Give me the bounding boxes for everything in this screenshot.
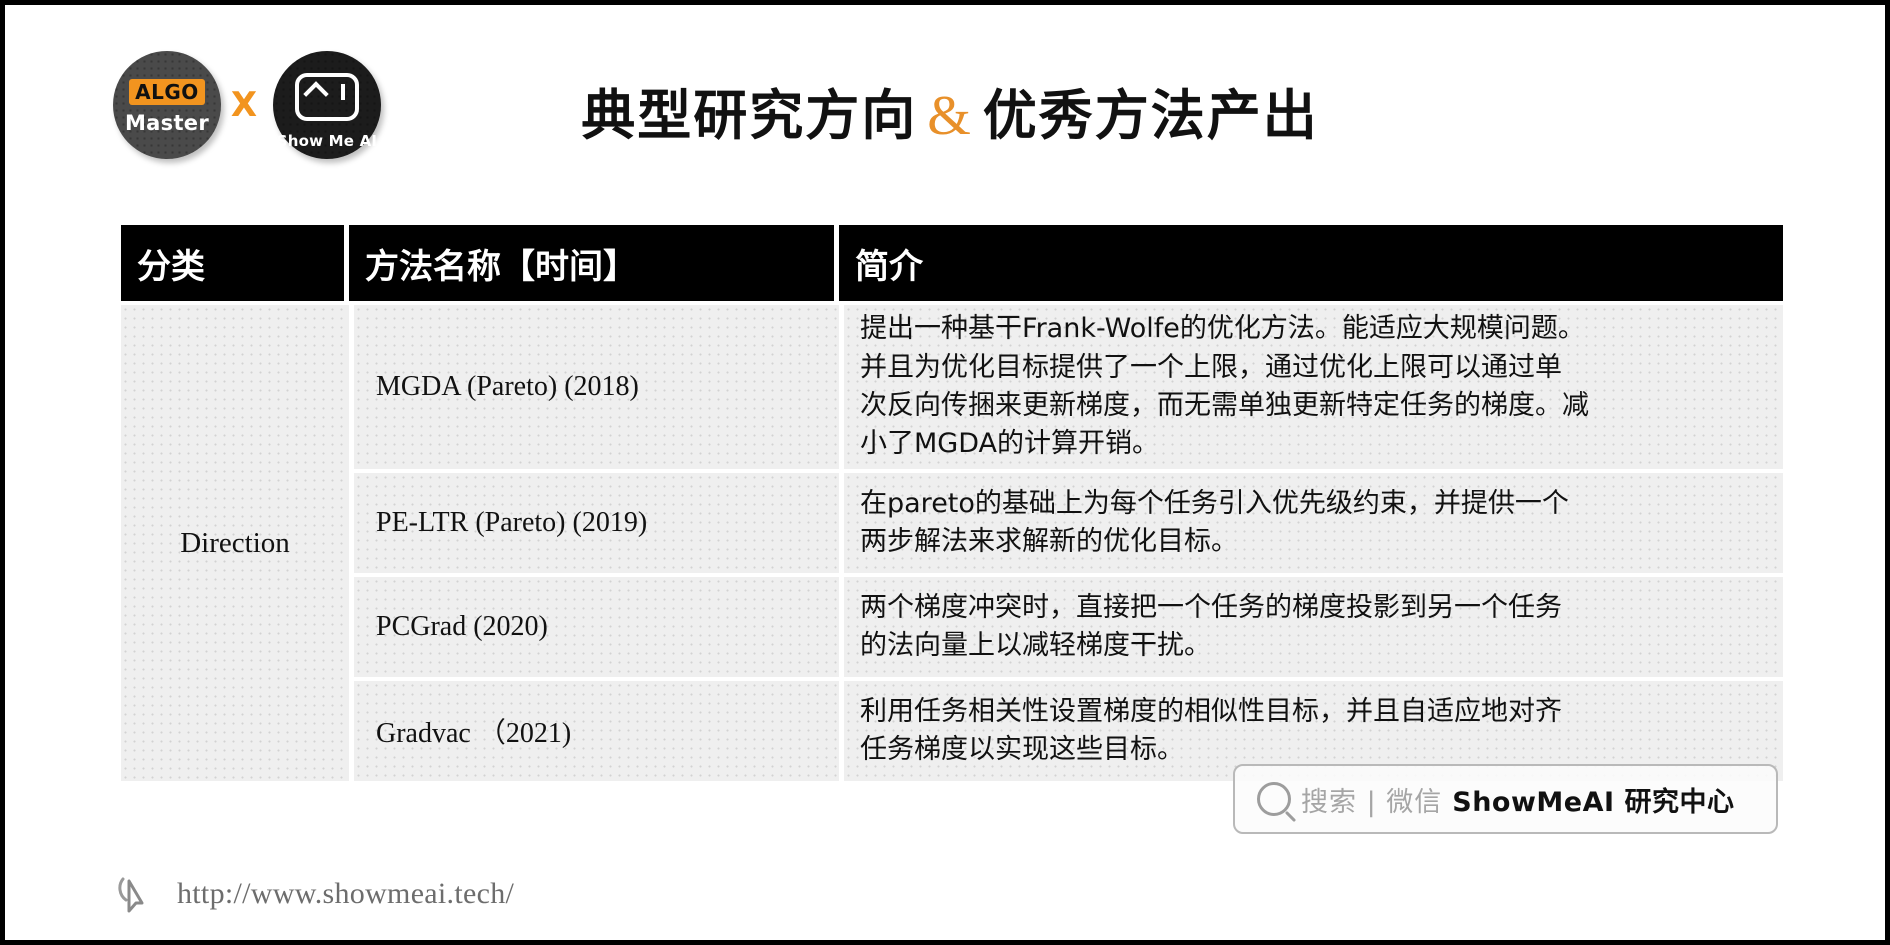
method-name-cell: PCGrad (2020) bbox=[354, 577, 839, 677]
table-body: Direction MGDA (Pareto) (2018) 提出一种基干Fra… bbox=[121, 301, 1783, 781]
description-line: 两个梯度冲突时，直接把一个任务的梯度投影到另一个任务 bbox=[860, 591, 1562, 623]
wechat-search-watermark: 搜索 | 微信 ShowMeAI 研究中心 bbox=[1233, 764, 1778, 834]
column-header-method-name: 方法名称【时间】 bbox=[349, 225, 839, 301]
description-line: 利用任务相关性设置梯度的相似性目标，并且自适应地对齐 bbox=[860, 695, 1562, 727]
column-header-category: 分类 bbox=[121, 225, 349, 301]
methods-table: 分类 方法名称【时间】 简介 Direction MGDA (Pareto) (… bbox=[121, 225, 1783, 781]
column-header-description: 简介 bbox=[839, 225, 1783, 301]
table-row: PE-LTR (Pareto) (2019) 在pareto的基础上为每个任务引… bbox=[354, 469, 1783, 573]
description-cell: 两个梯度冲突时，直接把一个任务的梯度投影到另一个任务 的法向量上以减轻梯度干扰。 bbox=[839, 577, 1783, 677]
category-cell-direction: Direction bbox=[121, 301, 349, 781]
description-line: 两步解法来求解新的优化目标。 bbox=[860, 526, 1238, 557]
cursor-icon bbox=[117, 873, 157, 915]
table-row: PCGrad (2020) 两个梯度冲突时，直接把一个任务的梯度投影到另一个任务… bbox=[354, 573, 1783, 677]
slide-frame: ALGO Master X Show Me AI 典型研究方向&优秀方法产出 bbox=[0, 0, 1890, 945]
method-name-cell: MGDA (Pareto) (2018) bbox=[354, 305, 839, 469]
footer-url-label: http://www.showmeai.tech/ bbox=[177, 877, 515, 910]
search-icon bbox=[1257, 782, 1291, 816]
method-name-cell: Gradvac （2021) bbox=[354, 681, 839, 781]
description-line: 小了MGDA的计算开销。 bbox=[860, 428, 1160, 460]
title-ampersand: & bbox=[927, 85, 973, 147]
description-cell: 提出一种基干Frank-Wolfe的优化方法。能适应大规模问题。 并且为优化目标… bbox=[839, 305, 1783, 469]
description-cell: 在pareto的基础上为每个任务引入优先级约束，并提供一个 两步解法来求解新的优… bbox=[839, 473, 1783, 573]
wechat-account-label: ShowMeAI 研究中心 bbox=[1452, 786, 1735, 818]
page-title: 典型研究方向 & 优秀方法产出 bbox=[5, 71, 1890, 150]
description-line: 并且为优化目标提供了一个上限，通过优化上限可以通过单 bbox=[860, 351, 1562, 383]
footer: http://www.showmeai.tech/ bbox=[117, 873, 514, 915]
slide-header: ALGO Master X Show Me AI 典型研究方向 & 优秀方法产出 bbox=[5, 33, 1890, 173]
description-line: 提出一种基干Frank-Wolfe的优化方法。能适应大规模问题。 bbox=[860, 313, 1585, 345]
description-line: 次反向传捆来更新梯度，而无需单独更新特定任务的梯度。减 bbox=[860, 390, 1589, 421]
title-part-2: 优秀方法产出 bbox=[982, 84, 1319, 147]
table-rows: MGDA (Pareto) (2018) 提出一种基干Frank-Wolfe的优… bbox=[354, 301, 1783, 781]
title-part-1: 典型研究方向 bbox=[581, 84, 918, 147]
method-name-cell: PE-LTR (Pareto) (2019) bbox=[354, 473, 839, 573]
search-placeholder-label: 搜索 | 微信 bbox=[1301, 786, 1443, 818]
description-line: 的法向量上以减轻梯度干扰。 bbox=[860, 630, 1211, 661]
table-header-row: 分类 方法名称【时间】 简介 bbox=[121, 225, 1783, 301]
description-line: 在pareto的基础上为每个任务引入优先级约束，并提供一个 bbox=[860, 487, 1569, 519]
table-row: MGDA (Pareto) (2018) 提出一种基干Frank-Wolfe的优… bbox=[354, 301, 1783, 469]
